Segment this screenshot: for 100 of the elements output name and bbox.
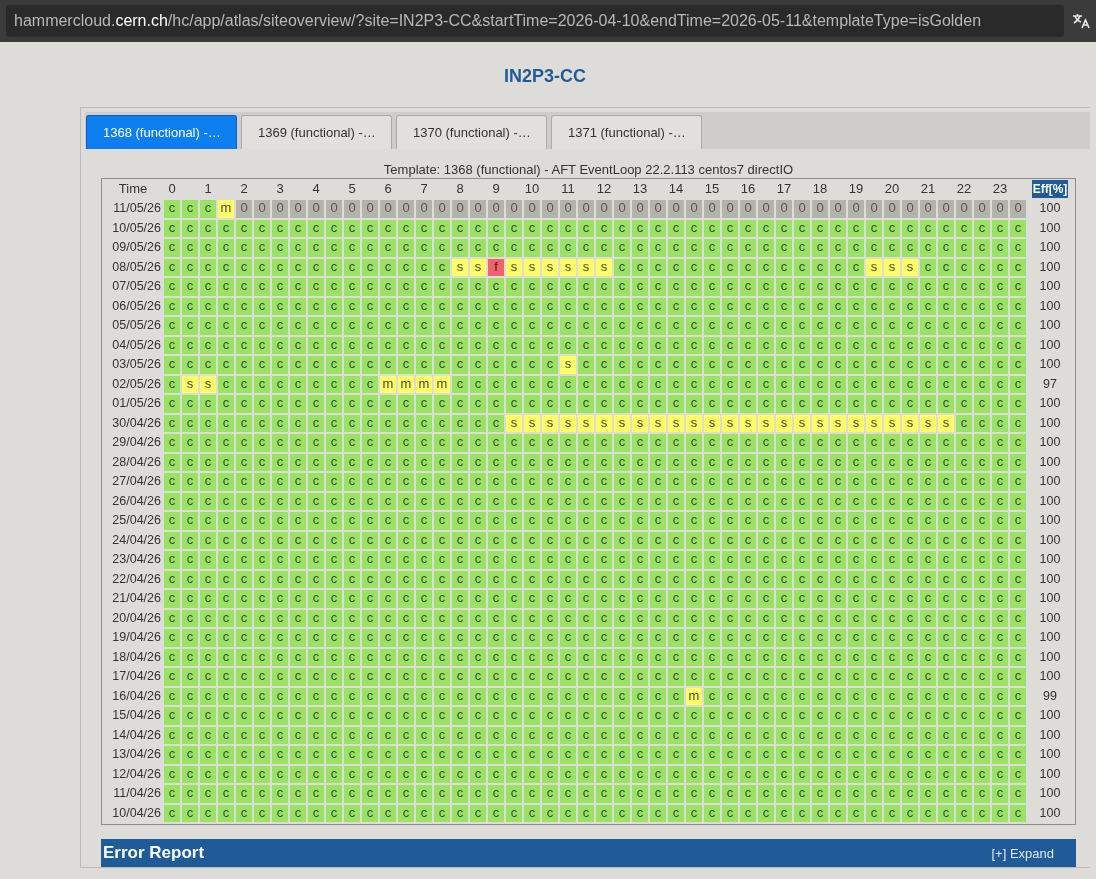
- status-cell: c: [830, 395, 846, 413]
- status-cell: c: [992, 785, 1008, 803]
- status-cell: c: [182, 804, 198, 822]
- status-cell: c: [542, 336, 558, 354]
- status-cell: c: [686, 473, 702, 491]
- status-cell: c: [776, 239, 792, 257]
- status-cell: c: [902, 512, 918, 530]
- status-cell: c: [524, 765, 540, 783]
- status-cell: c: [848, 473, 864, 491]
- status-cell: c: [488, 707, 504, 725]
- status-cell: c: [506, 707, 522, 725]
- status-cell: c: [506, 375, 522, 393]
- status-cell: c: [218, 356, 234, 374]
- status-cell: c: [560, 336, 576, 354]
- status-cell: c: [344, 707, 360, 725]
- status-cell: c: [668, 570, 684, 588]
- status-cell: c: [398, 590, 414, 608]
- template-tab[interactable]: 1371 (functional) -…: [551, 115, 702, 149]
- status-cell: c: [254, 531, 270, 549]
- status-cell: c: [902, 746, 918, 764]
- status-cell: 0: [524, 200, 540, 218]
- status-cell: c: [326, 239, 342, 257]
- template-tab[interactable]: 1369 (functional) -…: [241, 115, 392, 149]
- hour-label: 10: [524, 180, 540, 198]
- status-cell: c: [704, 375, 720, 393]
- status-cell: s: [632, 414, 648, 432]
- status-cell: c: [866, 609, 882, 627]
- status-cell: c: [596, 687, 612, 705]
- status-cell: c: [182, 590, 198, 608]
- status-cell: c: [794, 434, 810, 452]
- status-cell: c: [506, 278, 522, 296]
- address-field[interactable]: hammercloud.cern.ch/hc/app/atlas/siteoverview/?site=IN2P3-CC&startTime=2026-04-10&endTime=2026-05-11&templateType=isGolden: [6, 5, 1064, 37]
- status-cell: c: [218, 648, 234, 666]
- translate-icon[interactable]: [1072, 12, 1090, 30]
- status-cell: c: [794, 375, 810, 393]
- status-cell: c: [506, 687, 522, 705]
- status-cell: 0: [362, 200, 378, 218]
- status-cell: s: [560, 356, 576, 374]
- status-cell: c: [218, 746, 234, 764]
- status-cell: c: [308, 317, 324, 335]
- status-cell: c: [506, 473, 522, 491]
- status-cell: c: [884, 375, 900, 393]
- time-header: Time: [117, 180, 149, 198]
- status-cell: c: [668, 512, 684, 530]
- status-cell: c: [794, 551, 810, 569]
- status-cell: c: [308, 453, 324, 471]
- status-cell: c: [452, 531, 468, 549]
- status-cell: c: [776, 668, 792, 686]
- status-cell: 0: [326, 200, 342, 218]
- status-cell: c: [1010, 804, 1026, 822]
- status-cell: c: [200, 512, 216, 530]
- status-cell: c: [596, 785, 612, 803]
- status-cell: c: [974, 453, 990, 471]
- status-cell: c: [974, 239, 990, 257]
- status-cell: c: [956, 414, 972, 432]
- status-cell: c: [830, 609, 846, 627]
- status-cell: c: [596, 804, 612, 822]
- status-cell: c: [236, 492, 252, 510]
- status-cell: c: [938, 590, 954, 608]
- status-cell: c: [704, 765, 720, 783]
- status-cell: c: [524, 336, 540, 354]
- status-cell: c: [974, 317, 990, 335]
- status-cell: c: [650, 278, 666, 296]
- efficiency-value: 100: [1038, 609, 1062, 627]
- template-tab[interactable]: 1370 (functional) -…: [396, 115, 547, 149]
- status-cell: c: [308, 707, 324, 725]
- status-cell: c: [992, 609, 1008, 627]
- expand-link[interactable]: [+] Expand: [991, 845, 1054, 861]
- status-cell: c: [992, 804, 1008, 822]
- status-cell: c: [164, 765, 180, 783]
- status-cell: c: [560, 239, 576, 257]
- status-cell: c: [938, 356, 954, 374]
- status-cell: c: [758, 785, 774, 803]
- status-cell: c: [632, 687, 648, 705]
- status-cell: c: [362, 726, 378, 744]
- status-cell: c: [308, 473, 324, 491]
- status-cell: c: [272, 317, 288, 335]
- status-cell: c: [758, 453, 774, 471]
- status-cell: c: [542, 239, 558, 257]
- status-cell: c: [542, 453, 558, 471]
- status-cell: c: [686, 317, 702, 335]
- status-cell: c: [542, 492, 558, 510]
- status-cell: c: [632, 629, 648, 647]
- status-cell: c: [920, 590, 936, 608]
- template-tab[interactable]: 1368 (functional) -…: [86, 115, 237, 149]
- status-cell: c: [830, 258, 846, 276]
- status-cell: c: [452, 707, 468, 725]
- efficiency-value: 100: [1038, 414, 1062, 432]
- status-cell: c: [848, 785, 864, 803]
- status-cell: c: [344, 414, 360, 432]
- status-cell: c: [740, 551, 756, 569]
- status-cell: c: [434, 414, 450, 432]
- status-cell: c: [416, 239, 432, 257]
- status-cell: c: [560, 746, 576, 764]
- status-cell: c: [200, 414, 216, 432]
- status-cell: c: [362, 453, 378, 471]
- status-cell: c: [650, 609, 666, 627]
- status-cell: c: [920, 278, 936, 296]
- status-cell: c: [452, 356, 468, 374]
- status-cell: c: [794, 707, 810, 725]
